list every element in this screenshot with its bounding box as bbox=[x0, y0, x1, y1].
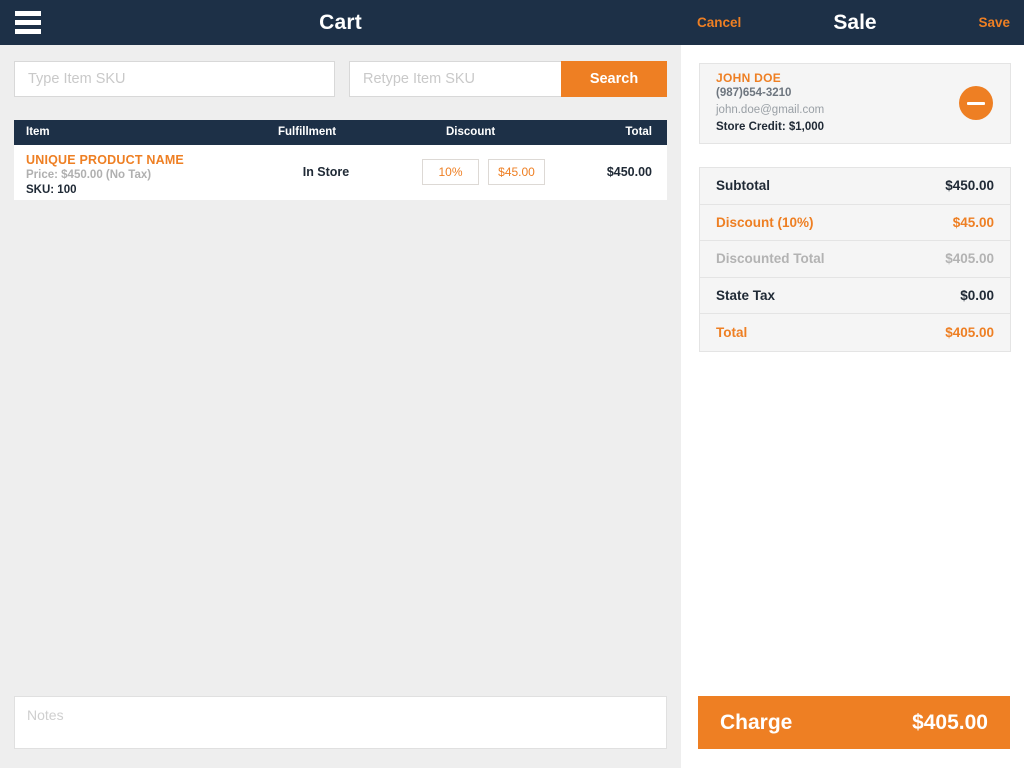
save-button[interactable]: Save bbox=[978, 0, 1010, 45]
retype-sku-input[interactable] bbox=[349, 61, 561, 97]
search-button[interactable]: Search bbox=[561, 61, 667, 97]
item-total: $450.00 bbox=[606, 165, 652, 179]
summary-value: $450.00 bbox=[945, 178, 994, 194]
summary-row-discount: Discount (10%) $45.00 bbox=[700, 205, 1010, 241]
customer-card[interactable]: JOHN DOE (987)654-3210 john.doe@gmail.co… bbox=[699, 63, 1011, 144]
summary-label: Total bbox=[716, 324, 748, 340]
customer-phone: (987)654-3210 bbox=[716, 87, 792, 99]
table-row[interactable]: UNIQUE PRODUCT NAME Price: $450.00 (No T… bbox=[14, 145, 667, 200]
sale-title: Sale bbox=[833, 11, 877, 34]
summary-value: $405.00 bbox=[945, 324, 994, 340]
summary-value: $45.00 bbox=[952, 214, 994, 230]
charge-amount: $405.00 bbox=[912, 710, 988, 734]
top-bar: Cart Cancel Sale Save bbox=[0, 0, 1024, 45]
column-header-discount: Discount bbox=[446, 126, 496, 138]
charge-button[interactable]: Charge $405.00 bbox=[698, 696, 1010, 749]
discount-percent-input[interactable] bbox=[422, 159, 479, 185]
cart-panel: Search Item Fulfillment Discount Total U… bbox=[0, 45, 681, 768]
sku-input[interactable] bbox=[14, 61, 335, 97]
customer-name: JOHN DOE bbox=[716, 71, 782, 85]
customer-email: john.doe@gmail.com bbox=[716, 104, 825, 116]
item-discount-cell bbox=[422, 159, 545, 185]
cancel-button[interactable]: Cancel bbox=[697, 0, 741, 45]
sku-search-row: Search bbox=[14, 61, 667, 97]
cart-table: Item Fulfillment Discount Total UNIQUE P… bbox=[14, 120, 667, 200]
summary-value: $405.00 bbox=[945, 251, 994, 267]
summary-row-subtotal: Subtotal $450.00 bbox=[700, 168, 1010, 205]
charge-label: Charge bbox=[720, 710, 793, 734]
item-fulfillment[interactable]: In Store bbox=[278, 145, 374, 200]
summary-label: Subtotal bbox=[716, 178, 770, 194]
discount-amount-input[interactable] bbox=[488, 159, 545, 185]
retype-search-group: Search bbox=[349, 61, 667, 97]
cart-table-header: Item Fulfillment Discount Total bbox=[14, 120, 667, 145]
totals-summary: Subtotal $450.00 Discount (10%) $45.00 D… bbox=[699, 167, 1011, 352]
item-cell: UNIQUE PRODUCT NAME Price: $450.00 (No T… bbox=[26, 153, 184, 198]
sale-panel: JOHN DOE (987)654-3210 john.doe@gmail.co… bbox=[681, 45, 1024, 768]
cart-title: Cart bbox=[319, 11, 362, 34]
column-header-item: Item bbox=[26, 126, 50, 138]
summary-value: $0.00 bbox=[960, 287, 994, 303]
minus-circle-icon[interactable] bbox=[959, 86, 993, 120]
summary-row-state-tax: State Tax $0.00 bbox=[700, 278, 1010, 314]
item-sku: SKU: 100 bbox=[26, 184, 77, 196]
pos-sale-screen: Cart Cancel Sale Save Search Item Fulfil… bbox=[0, 0, 1024, 768]
column-header-fulfillment: Fulfillment bbox=[278, 126, 337, 138]
summary-label: State Tax bbox=[716, 287, 776, 303]
item-name[interactable]: UNIQUE PRODUCT NAME bbox=[26, 153, 184, 168]
item-price: Price: $450.00 (No Tax) bbox=[26, 169, 152, 181]
summary-label: Discount (10%) bbox=[716, 214, 814, 230]
customer-store-credit: Store Credit: $1,000 bbox=[716, 121, 825, 133]
column-header-total: Total bbox=[625, 126, 652, 138]
summary-row-discounted-total: Discounted Total $405.00 bbox=[700, 241, 1010, 278]
summary-row-total: Total $405.00 bbox=[700, 314, 1010, 351]
summary-label: Discounted Total bbox=[716, 251, 825, 267]
notes-input[interactable] bbox=[14, 696, 667, 749]
